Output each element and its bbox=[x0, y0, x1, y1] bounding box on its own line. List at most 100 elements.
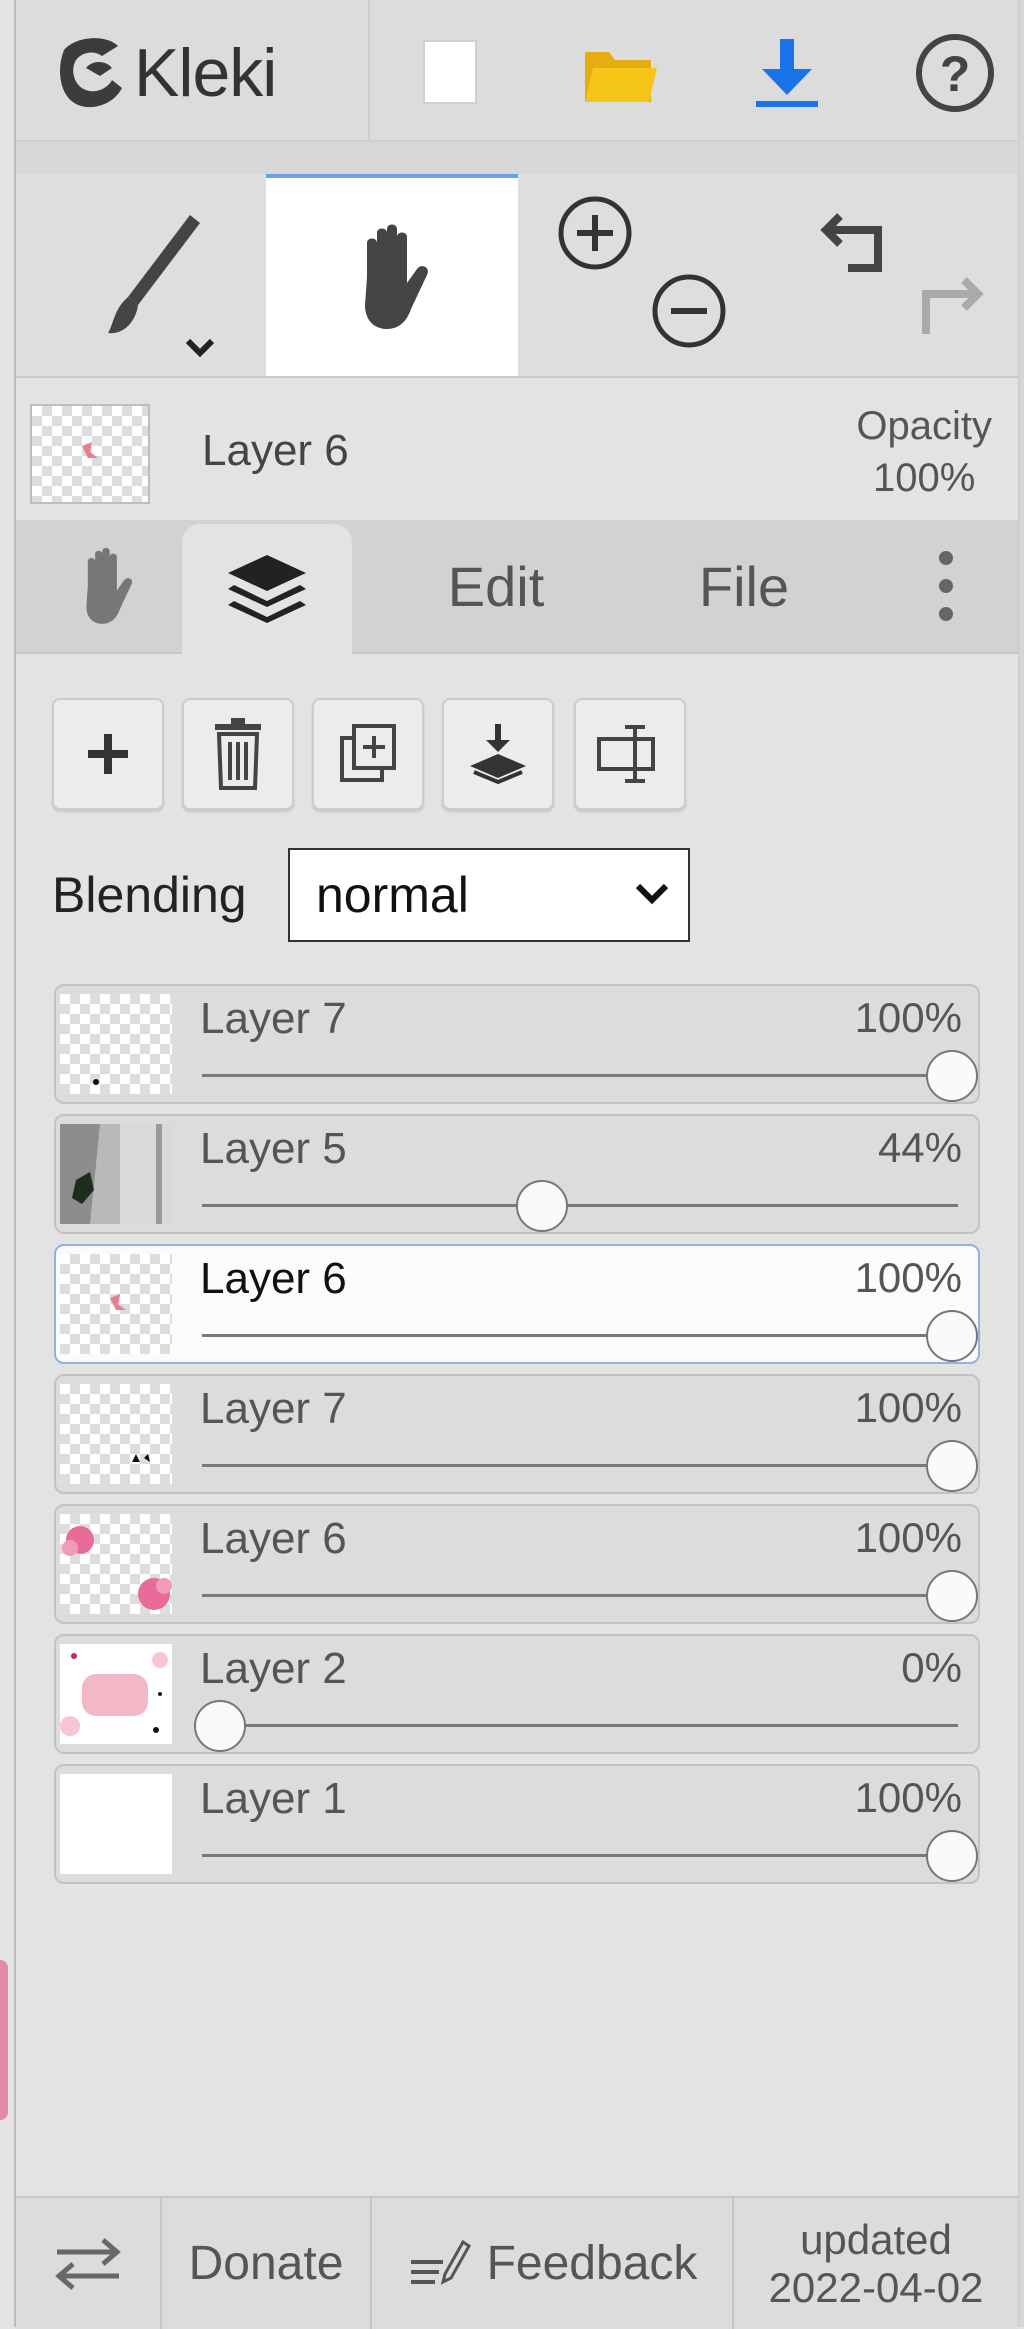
opacity-slider-track[interactable] bbox=[202, 1724, 958, 1727]
merge-down-button[interactable] bbox=[442, 698, 554, 810]
layer-opacity-value: 100% bbox=[854, 1384, 962, 1431]
rename-layer-icon bbox=[597, 725, 655, 783]
brush-icon bbox=[108, 215, 215, 358]
layer-thumbnail bbox=[60, 994, 172, 1094]
brush-tool-button[interactable] bbox=[16, 174, 264, 376]
open-folder-icon bbox=[585, 52, 657, 102]
panel-right-border bbox=[1018, 0, 1024, 2327]
current-layer-opacity: Opacity 100% bbox=[856, 400, 992, 504]
top-bar-divider bbox=[368, 0, 370, 140]
layer-opacity-value: 100% bbox=[854, 1254, 962, 1301]
layer-name: Layer 7 bbox=[200, 994, 347, 1043]
add-layer-icon bbox=[88, 734, 128, 774]
opacity-slider-handle[interactable] bbox=[926, 1570, 978, 1622]
rename-layer-button[interactable] bbox=[574, 698, 686, 810]
add-layer-button[interactable] bbox=[52, 698, 164, 810]
opacity-slider-track[interactable] bbox=[202, 1074, 958, 1077]
download-button[interactable] bbox=[732, 18, 842, 128]
blending-label: Blending bbox=[52, 867, 247, 923]
layer-name: Layer 6 bbox=[200, 1514, 347, 1563]
layers-icon bbox=[228, 555, 306, 623]
redo-icon[interactable] bbox=[906, 268, 986, 348]
duplicate-layer-icon bbox=[340, 724, 396, 782]
layer-thumbnail bbox=[60, 1644, 172, 1744]
tab-layers[interactable] bbox=[182, 524, 352, 654]
current-layer-thumbnail[interactable] bbox=[30, 404, 150, 504]
donate-link[interactable]: Donate bbox=[162, 2198, 372, 2329]
hand-icon bbox=[86, 547, 133, 624]
app-logo-text: Kleki bbox=[134, 35, 277, 111]
kleki-logo-icon bbox=[60, 38, 122, 108]
duplicate-layer-button[interactable] bbox=[312, 698, 424, 810]
tab-edit[interactable]: Edit bbox=[396, 520, 596, 652]
opacity-slider-track[interactable] bbox=[202, 1594, 958, 1597]
canvas-edge-decoration bbox=[0, 1960, 8, 2120]
footer-bar: Donate Feedback updated 2022-04-02 bbox=[16, 2196, 1018, 2329]
opacity-slider-track[interactable] bbox=[202, 1854, 958, 1857]
delete-layer-icon bbox=[215, 718, 261, 790]
layer-item[interactable]: Layer 1 100% bbox=[54, 1764, 980, 1884]
open-image-button[interactable] bbox=[564, 18, 674, 128]
swap-icon bbox=[55, 2237, 121, 2290]
opacity-slider-handle[interactable] bbox=[516, 1180, 569, 1232]
feedback-label: Feedback bbox=[486, 2237, 698, 2290]
layer-name: Layer 6 bbox=[200, 1254, 347, 1303]
opacity-slider-handle[interactable] bbox=[194, 1700, 246, 1752]
layer-item[interactable]: Layer 6 100% bbox=[54, 1504, 980, 1624]
undo-icon[interactable] bbox=[818, 202, 898, 282]
more-vertical-icon bbox=[939, 551, 953, 621]
merge-down-icon bbox=[470, 724, 526, 785]
opacity-slider-handle[interactable] bbox=[926, 1050, 978, 1102]
layer-thumbnail bbox=[60, 1254, 172, 1354]
layer-thumbnail bbox=[60, 1384, 172, 1484]
feedback-icon bbox=[410, 2239, 471, 2285]
layer-name: Layer 7 bbox=[200, 1384, 347, 1433]
tool-row bbox=[16, 174, 1018, 378]
tab-more[interactable] bbox=[896, 520, 996, 652]
layer-thumbnail bbox=[60, 1514, 172, 1614]
swap-side-button[interactable] bbox=[16, 2198, 162, 2329]
layer-item[interactable]: Layer 7 100% bbox=[54, 984, 980, 1104]
layer-item-selected[interactable]: Layer 6 100% bbox=[54, 1244, 980, 1364]
toolbar-spacer bbox=[16, 142, 1018, 174]
layer-item[interactable]: Layer 2 0% bbox=[54, 1634, 980, 1754]
zoom-in-icon[interactable] bbox=[550, 188, 640, 278]
layer-name: Layer 1 bbox=[200, 1774, 347, 1823]
app-logo[interactable]: Kleki bbox=[56, 18, 356, 128]
help-button[interactable]: ? bbox=[900, 18, 1010, 128]
zoom-out-icon[interactable] bbox=[644, 266, 734, 356]
new-image-button[interactable] bbox=[396, 18, 506, 128]
layer-thumbnail bbox=[60, 1774, 172, 1874]
donate-label: Donate bbox=[188, 2237, 344, 2290]
layer-item[interactable]: Layer 5 44% bbox=[54, 1114, 980, 1234]
opacity-slider-handle[interactable] bbox=[926, 1310, 978, 1362]
updated-info: updated 2022-04-02 bbox=[734, 2198, 1018, 2329]
layer-name: Layer 5 bbox=[200, 1124, 347, 1173]
opacity-slider-track[interactable] bbox=[202, 1204, 958, 1207]
new-file-icon bbox=[423, 40, 477, 104]
layer-thumbnail bbox=[60, 1124, 172, 1224]
layer-content-mark bbox=[82, 442, 98, 458]
opacity-value: 100% bbox=[873, 456, 976, 500]
updated-date: 2022-04-02 bbox=[768, 2263, 984, 2311]
chevron-down-icon bbox=[635, 883, 669, 905]
delete-layer-button[interactable] bbox=[182, 698, 294, 810]
blending-value: normal bbox=[316, 867, 469, 923]
opacity-slider-handle[interactable] bbox=[926, 1440, 978, 1492]
opacity-slider-handle[interactable] bbox=[926, 1830, 978, 1882]
current-layer-preview: Layer 6 Opacity 100% bbox=[16, 380, 1018, 520]
opacity-label: Opacity bbox=[856, 404, 992, 448]
layer-item[interactable]: Layer 7 100% bbox=[54, 1374, 980, 1494]
opacity-slider-track[interactable] bbox=[202, 1464, 958, 1467]
panel-tabs: Edit File bbox=[16, 520, 1018, 654]
blending-select[interactable]: normal bbox=[288, 848, 690, 942]
tab-hand[interactable] bbox=[36, 520, 176, 652]
feedback-link[interactable]: Feedback bbox=[372, 2198, 734, 2329]
layer-opacity-value: 100% bbox=[854, 1774, 962, 1821]
layer-opacity-value: 100% bbox=[854, 1514, 962, 1561]
layer-name: Layer 2 bbox=[200, 1644, 347, 1693]
hand-icon bbox=[365, 224, 428, 329]
opacity-slider-track[interactable] bbox=[202, 1334, 958, 1337]
tab-file[interactable]: File bbox=[644, 520, 844, 652]
hand-tool-button[interactable] bbox=[266, 174, 518, 376]
